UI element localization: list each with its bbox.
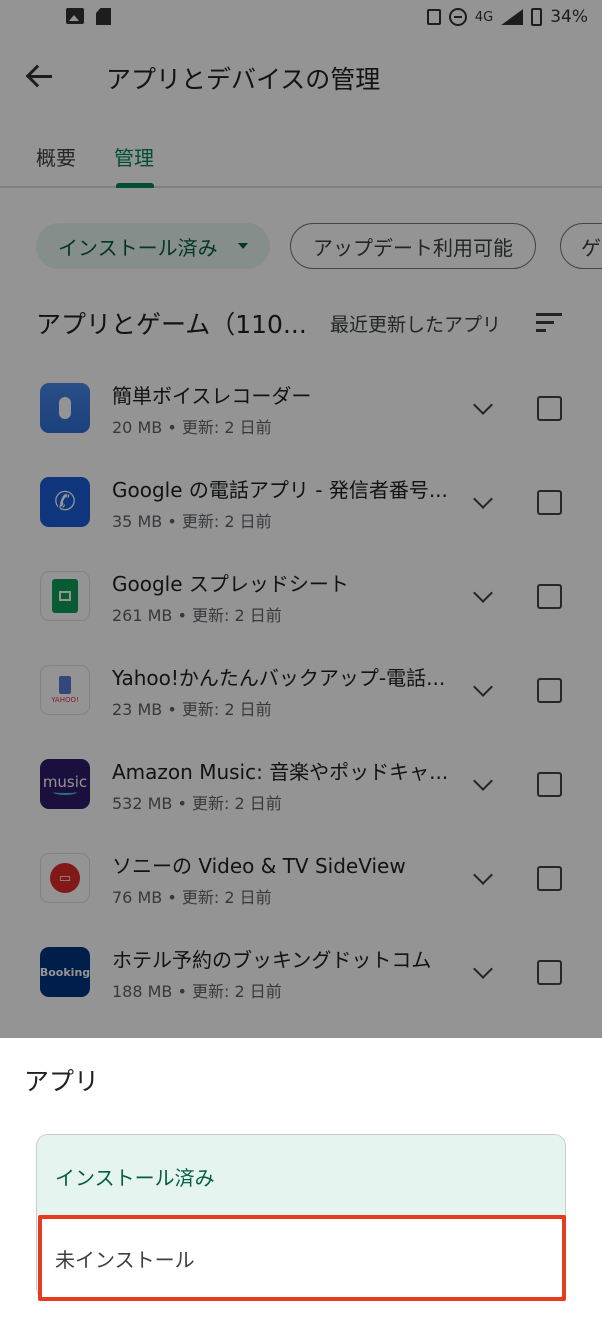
modal-scrim[interactable] [0,0,602,1038]
installed-option[interactable]: インストール済み [37,1135,565,1217]
sheet-title: アプリ [24,1067,100,1096]
highlight-box [38,1215,566,1301]
option-label: インストール済み [55,1165,215,1190]
manage-apps-screen: 4G 34% アプリとデバイスの管理 概要 管理 インストール済み アップデート… [0,0,602,1038]
